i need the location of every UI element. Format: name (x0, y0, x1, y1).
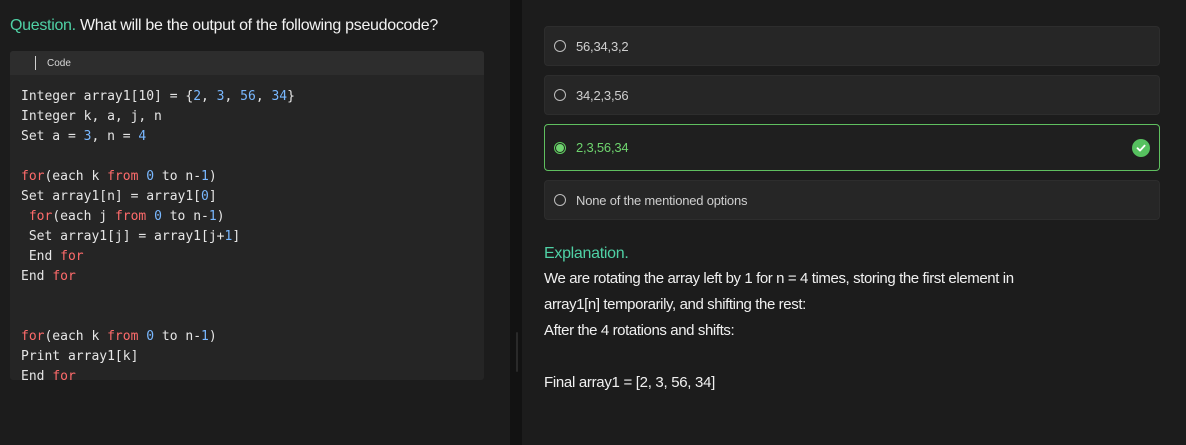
code-line: for(each k from 0 to n-1) (21, 327, 295, 347)
option-label: 56,34,3,2 (576, 38, 629, 54)
radio-button-selected[interactable] (554, 141, 566, 154)
code-text: End (21, 369, 53, 380)
code-text: ) (208, 329, 217, 344)
code-line: Set a = 3, n = 4 (21, 127, 295, 147)
code-text: Integer array1[10] = { (21, 89, 194, 104)
code-number: 0 (146, 169, 155, 184)
code-keyword: for (28, 209, 53, 224)
code-keyword: from (114, 209, 147, 224)
code-line: Integer k, a, j, n (21, 107, 295, 127)
code-keyword: for (52, 369, 76, 380)
code-text: , n = (91, 129, 139, 144)
code-number: 1 (208, 209, 217, 224)
question-title: Question. What will be the output of the… (10, 17, 438, 35)
code-text: Integer k, a, j, n (21, 109, 162, 124)
code-text: ] (232, 229, 241, 244)
code-number: 0 (154, 209, 162, 224)
code-number: 56 (240, 89, 256, 104)
option-4[interactable]: None of the mentioned options (544, 180, 1160, 220)
explanation-line: We are rotating the array left by 1 for … (544, 270, 1014, 287)
explanation-final: Final array1 = [2, 3, 56, 34] (544, 374, 715, 391)
code-line: Set array1[j] = array1[j+1] (21, 227, 295, 247)
code-text: to n- (154, 329, 202, 344)
radio-button[interactable] (554, 194, 566, 206)
code-number: 34 (271, 89, 288, 104)
code-block: Code Integer array1[10] = {2, 3, 56, 34}… (10, 51, 484, 380)
check-circle-icon (1132, 139, 1150, 157)
code-text: to n- (154, 169, 202, 184)
code-keyword: from (107, 169, 139, 184)
code-lines: Integer array1[10] = {2, 3, 56, 34} Integ… (21, 87, 295, 380)
code-line: End for (21, 247, 295, 267)
answer-pane: 56,34,3,2 34,2,3,56 2,3,56,34 None of th… (522, 0, 1186, 445)
code-line: Print array1[k] (21, 347, 295, 367)
code-line: End for (21, 267, 295, 287)
code-text: End (21, 269, 53, 284)
code-number: 1 (201, 329, 209, 344)
code-number: 2 (193, 89, 202, 104)
radio-button[interactable] (554, 89, 566, 101)
code-header: Code (10, 51, 484, 75)
explanation: Explanation. We are rotating the array l… (544, 242, 1174, 344)
code-line: Integer array1[10] = {2, 3, 56, 34} (21, 87, 295, 107)
code-line: Set array1[n] = array1[0] (21, 187, 295, 207)
question-prefix: Question. (10, 17, 76, 34)
code-text: , (224, 89, 241, 104)
code-text: , (255, 89, 272, 104)
code-line: End for (21, 367, 295, 380)
option-3[interactable]: 2,3,56,34 (544, 124, 1160, 171)
code-header-bar (35, 56, 36, 70)
code-number: 0 (201, 189, 209, 204)
code-line: for(each j from 0 to n-1) (21, 207, 295, 227)
code-text: ) (208, 169, 217, 184)
code-text: Print array1[k] (21, 349, 139, 364)
option-label: 2,3,56,34 (576, 140, 629, 155)
code-number: 3 (216, 89, 225, 104)
code-line: for(each k from 0 to n-1) (21, 167, 295, 187)
code-keyword: from (107, 329, 139, 344)
code-keyword: for (21, 329, 45, 344)
code-text: (each k (44, 169, 108, 184)
code-text: (each j (52, 209, 115, 224)
pane-divider[interactable] (510, 0, 522, 445)
code-text: ] (208, 189, 217, 204)
code-keyword: for (52, 269, 76, 284)
code-text: (each k (44, 329, 108, 344)
code-text: Set array1[j] = array1[j+ (21, 229, 225, 244)
explanation-heading: Explanation. (544, 245, 629, 262)
explanation-line: After the 4 rotations and shifts: (544, 322, 735, 339)
explanation-line: array1[n] temporarily, and shifting the … (544, 296, 806, 313)
divider-handle[interactable] (516, 332, 518, 372)
code-keyword: for (60, 249, 84, 264)
code-text: Set a = (21, 129, 84, 144)
code-text: , (201, 89, 217, 104)
option-2[interactable]: 34,2,3,56 (544, 75, 1160, 115)
code-number: 4 (138, 129, 147, 144)
code-text: Set array1[n] = array1[ (21, 189, 202, 204)
option-label: None of the mentioned options (576, 192, 748, 208)
radio-dot (556, 143, 564, 152)
code-number: 1 (201, 169, 209, 184)
checkmark-glyph (1136, 144, 1146, 152)
code-text: ) (216, 209, 225, 224)
option-1[interactable]: 56,34,3,2 (544, 26, 1160, 66)
code-keyword: for (21, 169, 45, 184)
question-text: What will be the output of the following… (79, 17, 438, 34)
code-label: Code (47, 57, 71, 69)
code-text: } (287, 89, 295, 104)
code-number: 0 (146, 329, 155, 344)
code-text: End (21, 249, 61, 264)
radio-button[interactable] (554, 40, 566, 52)
option-label: 34,2,3,56 (576, 87, 629, 103)
question-pane: Question. What will be the output of the… (0, 0, 510, 445)
code-text: to n- (161, 209, 209, 224)
